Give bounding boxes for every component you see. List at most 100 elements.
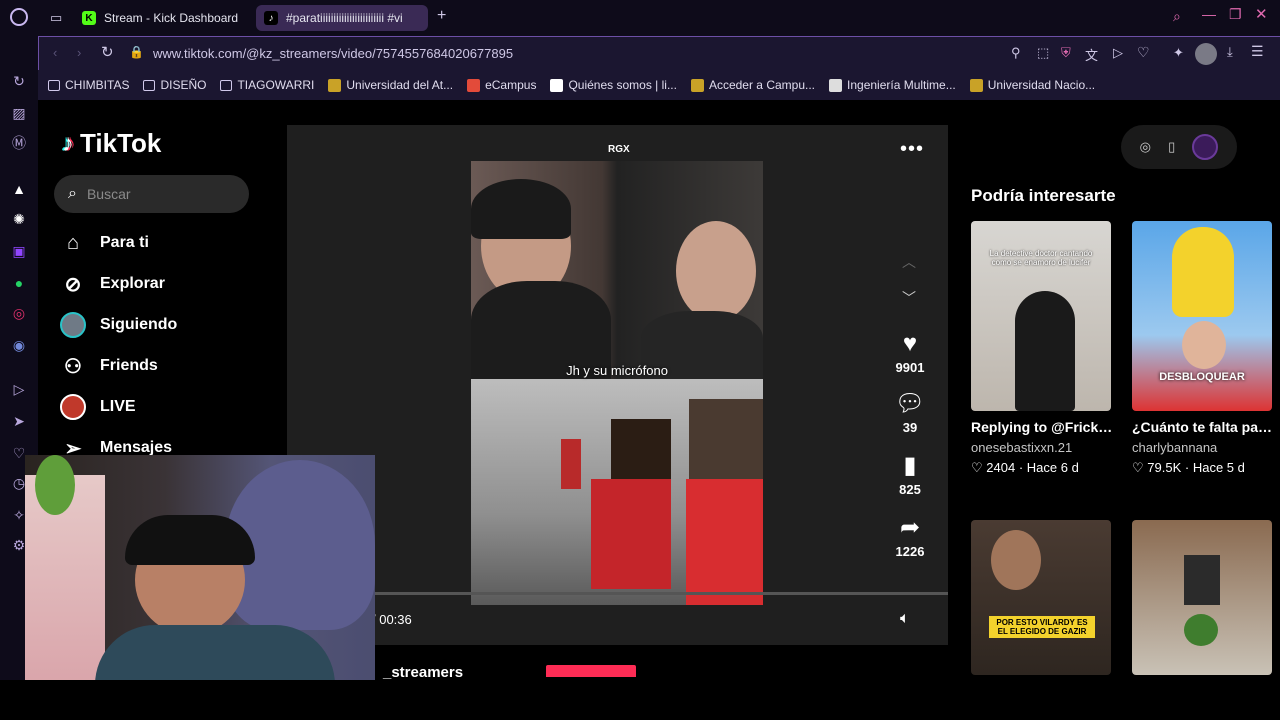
nav-explorar[interactable]: ⊘ Explorar — [60, 271, 165, 297]
share-button[interactable]: ➦ 1226 — [884, 514, 936, 559]
tiktok-logo[interactable]: ♪ TikTok — [62, 128, 161, 159]
video-player[interactable]: Jh y su micrófono RGX — [287, 125, 948, 645]
profile-avatar[interactable] — [1192, 134, 1219, 160]
nav-live[interactable]: LIVE — [60, 394, 136, 420]
nav-label: Friends — [100, 357, 158, 374]
rec-age: Hace 6 d — [1026, 460, 1079, 475]
bookmark-label: Acceder a Campu... — [708, 78, 816, 92]
bookmark-folder[interactable]: CHIMBITAS — [48, 78, 129, 92]
video-watermark: RGX — [608, 144, 630, 155]
nav-friends[interactable]: ⚇ Friends — [60, 353, 158, 379]
volume-icon[interactable]: 🔈︎ — [900, 610, 910, 628]
site-icon — [690, 78, 704, 92]
like-button[interactable]: ♥ 9901 — [884, 330, 936, 375]
snapshot-icon[interactable]: ⬚ — [1037, 45, 1049, 61]
twitch-icon[interactable]: ▣ — [10, 242, 28, 260]
vpn-icon[interactable]: ⛨ — [1061, 45, 1071, 61]
compass-icon: ⊘ — [64, 273, 82, 296]
rec-thumbnail: DESBLOQUEAR — [1132, 221, 1272, 411]
phone-icon[interactable]: ▯ — [1168, 139, 1175, 155]
folder-icon — [220, 79, 233, 91]
bookmark-link[interactable]: Universidad del At... — [328, 78, 453, 92]
recommendation-card[interactable]: DESBLOQUEAR ¿Cuánto te falta para termin… — [1132, 221, 1274, 478]
bookmark-link[interactable]: Acceder a Campu... — [690, 78, 816, 92]
chevron-up-icon[interactable]: ︿ — [902, 252, 916, 272]
easy-setup-icon[interactable]: ☰ — [1251, 43, 1264, 60]
send-icon[interactable]: ➤ — [10, 412, 28, 430]
webcam-clover — [35, 455, 75, 515]
pin-icon[interactable]: ⚲ — [1011, 45, 1021, 61]
tab-label: #paratiiiiiiiiiiiiiiiiiiiiiiii #vi — [286, 11, 403, 25]
bookmark-label: CHIMBITAS — [65, 78, 130, 92]
bookmark-link[interactable]: Universidad Nacio... — [969, 78, 1095, 92]
bookmarks-bar: CHIMBITAS DISEÑO TIAGOWARRI Universidad … — [38, 70, 1280, 100]
bookmark-folder[interactable]: TIAGOWARRI — [220, 78, 314, 92]
instagram-icon[interactable]: ◎ — [10, 304, 28, 322]
recommendation-card[interactable]: La detective doctor cantando como se ena… — [971, 221, 1113, 478]
bookmark-label: TIAGOWARRI — [237, 78, 315, 92]
tab-overview-icon[interactable]: ▭ — [50, 10, 62, 26]
mail-icon[interactable]: Ⓜ — [10, 134, 28, 152]
nav-para-ti[interactable]: ⌂ Para ti — [60, 230, 149, 256]
back-icon[interactable]: ‹ — [53, 45, 57, 60]
reload-icon[interactable]: ↻ — [101, 43, 114, 61]
recommendation-card[interactable]: POR ESTO VILARDY ES EL ELEGIDO DE GAZIR — [971, 520, 1113, 675]
nav-label: Siguiendo — [100, 316, 178, 333]
translate-icon[interactable]: 文 — [1085, 45, 1098, 64]
bookmark-link[interactable]: Quiénes somos | li... — [550, 78, 677, 92]
chatgpt-icon[interactable]: ✺ — [10, 210, 28, 228]
whatsapp-icon[interactable]: ● — [10, 274, 28, 292]
url-field[interactable]: www.tiktok.com/@kz_streamers/video/75745… — [153, 46, 513, 61]
discord-icon[interactable]: ◉ — [10, 336, 28, 354]
video-author[interactable]: _streamers — [383, 664, 463, 681]
rec-meta: ♡ 2404 · Hace 6 d — [971, 460, 1079, 475]
pinboard-icon[interactable]: ▨ — [10, 104, 28, 122]
site-icon — [550, 78, 564, 92]
rec-thumb-text: La detective doctor cantando como se ena… — [989, 249, 1093, 267]
friends-icon: ⚇ — [64, 355, 82, 378]
maximize-icon[interactable]: ❐ — [1229, 6, 1242, 23]
profile-avatar[interactable] — [1195, 43, 1217, 65]
follow-button[interactable] — [546, 665, 636, 677]
rec-likes: 2404 — [986, 460, 1016, 475]
more-options-icon[interactable]: ••• — [900, 138, 924, 161]
bookmark-link[interactable]: eCampus — [467, 78, 536, 92]
video-progress-bar[interactable] — [287, 592, 948, 595]
search-tabs-icon[interactable]: ⌕ — [1173, 8, 1181, 25]
rec-title: Replying to @Frick66 me había... — [971, 419, 1113, 435]
bookmark-link[interactable]: Ingeniería Multime... — [829, 78, 956, 92]
bookmark-icon: ▮ — [903, 452, 917, 479]
minecraft-body-2 — [686, 479, 763, 605]
heart-outline-icon: ♡ — [1132, 460, 1144, 475]
comment-button[interactable]: 💬︎ 39 — [884, 390, 936, 435]
video-frame[interactable]: Jh y su micrófono — [471, 161, 763, 605]
chevron-down-icon[interactable]: ﹀ — [902, 288, 916, 308]
tab-tiktok[interactable]: ♪ #paratiiiiiiiiiiiiiiiiiiiiiiii #vi — [256, 5, 428, 31]
download-icon[interactable]: ⤓ — [1227, 44, 1233, 60]
tiktok-icon: ♪ — [264, 11, 278, 25]
browser-tab-bar: ▭ K Stream - Kick Dashboard ♪ #paratiiii… — [0, 0, 1280, 36]
new-tab-button[interactable]: + — [437, 7, 446, 25]
logo-text: TikTok — [80, 128, 162, 158]
minimize-icon[interactable]: — — [1202, 6, 1216, 22]
nav-siguiendo[interactable]: Siguiendo — [60, 312, 177, 338]
close-icon[interactable]: ✕ — [1255, 5, 1268, 23]
tab-kick-dashboard[interactable]: K Stream - Kick Dashboard — [74, 5, 250, 31]
search-input[interactable]: ⌕ Buscar — [54, 175, 249, 213]
bookmark-folder[interactable]: DISEÑO — [143, 78, 206, 92]
video-person-right — [676, 221, 756, 321]
coins-icon[interactable]: ◎ — [1140, 139, 1151, 155]
aria-icon[interactable]: ▲ — [10, 180, 28, 198]
extensions-icon[interactable]: ✦ — [1173, 45, 1184, 61]
video-scene-bottom — [471, 379, 763, 605]
save-button[interactable]: ▮ 825 — [884, 452, 936, 497]
forward-icon[interactable]: › — [77, 45, 81, 60]
site-icon — [829, 78, 843, 92]
opera-logo-icon[interactable] — [10, 8, 28, 26]
history-icon[interactable]: ↻ — [10, 72, 28, 90]
player-icon[interactable]: ▷ — [10, 380, 28, 398]
lock-icon: 🔒 — [129, 45, 144, 59]
bookmark-heart-icon[interactable]: ♡ — [1137, 44, 1150, 61]
play-icon[interactable]: ▷ — [1113, 45, 1123, 61]
recommendation-card[interactable] — [1132, 520, 1274, 675]
